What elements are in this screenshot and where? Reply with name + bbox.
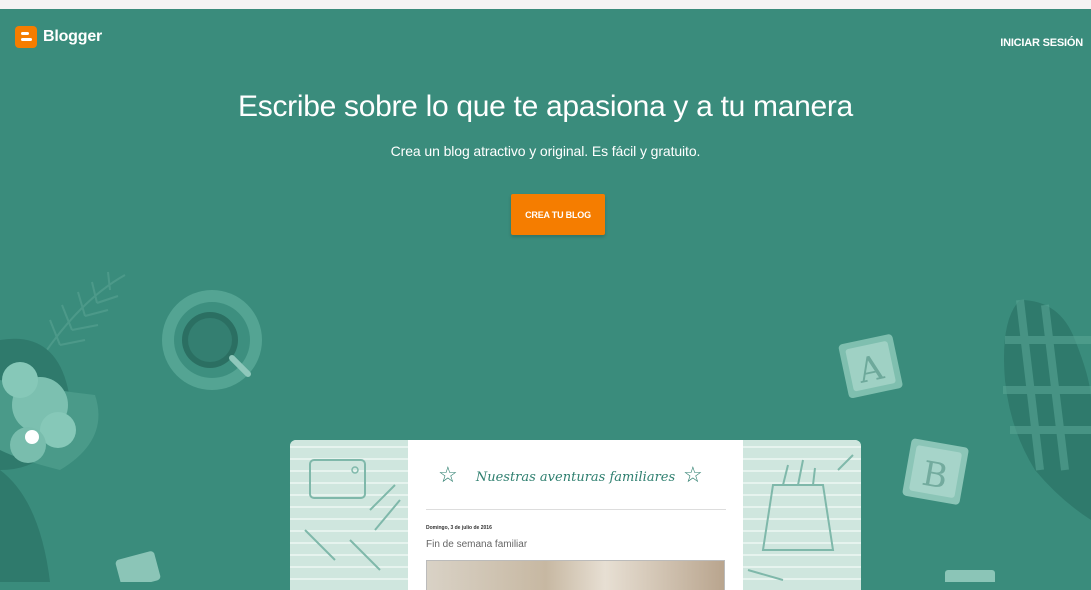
post-title: Fin de semana familiar [426,539,528,550]
corner-block-right-icon [945,570,995,582]
shopping-bag-icon [747,454,854,581]
flower-icon [0,338,99,582]
letter-block-b-icon: B [902,438,969,505]
palm-leaf-icon [39,271,126,361]
site-header: Blogger INICIAR SESIÓN [0,9,1091,61]
hero-subtitle: Crea un blog atractivo y original. Es fá… [390,143,701,159]
tv-icon [304,459,401,571]
svg-text:B: B [919,454,951,498]
blog-preview-mockup: ☆ Nuestras aventuras familiares ☆ Doming… [290,440,861,590]
brand-link[interactable]: Blogger [15,26,102,48]
blog-page: ☆ Nuestras aventuras familiares ☆ Doming… [408,440,743,590]
post-photo [426,560,725,590]
letter-block-a-icon: A [838,334,903,399]
top-browser-strip [0,0,1091,9]
mockup-right-doodles [743,440,861,590]
blogger-logo-icon [15,26,37,48]
star-icon: ☆ [683,462,703,487]
signin-link[interactable]: INICIAR SESIÓN [1000,37,1083,49]
coffee-cup-icon [162,290,262,390]
post-date: Domingo, 3 de julio de 2016 [426,525,492,531]
corner-block-left-icon [115,551,161,582]
brand-name: Blogger [43,28,103,45]
svg-text:A: A [854,348,888,393]
plaid-pouch-icon [1003,299,1091,520]
mockup-left-doodles [290,440,408,590]
hero-title: Escribe sobre lo que te apasiona y a tu … [238,90,853,123]
create-blog-button[interactable]: CREA TU BLOG [511,194,605,235]
divider [426,509,726,510]
